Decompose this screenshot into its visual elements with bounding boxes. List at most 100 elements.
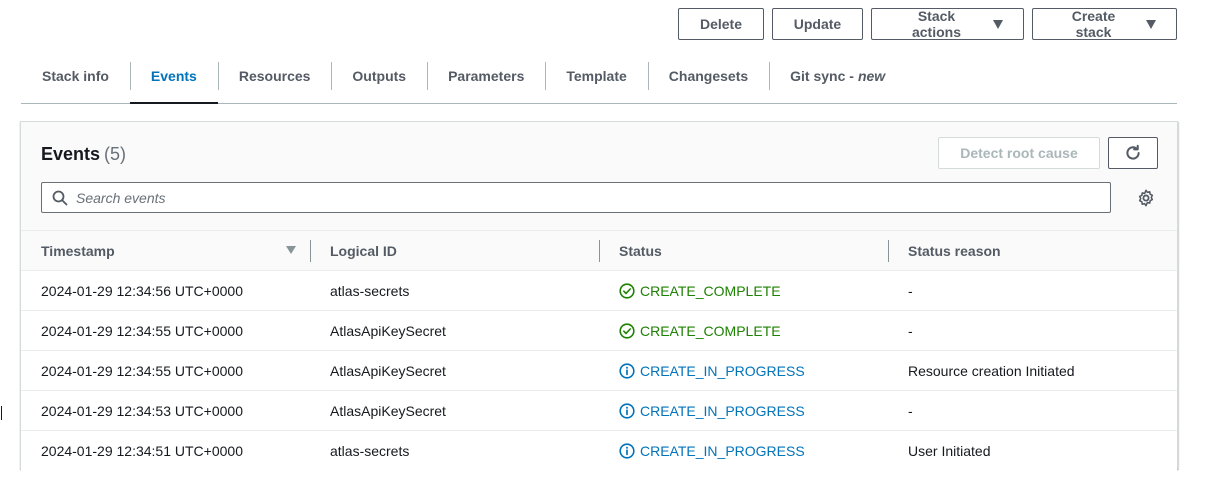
table-row[interactable]: 2024-01-29 12:34:56 UTC+0000 atlas-secre… — [21, 271, 1177, 311]
cell-status-reason: - — [888, 323, 1177, 339]
events-panel-header: Events (5) Detect root cause — [21, 122, 1177, 230]
table-row[interactable]: 2024-01-29 12:34:51 UTC+0000 atlas-secre… — [21, 431, 1177, 471]
timestamp-text: 2024-01-29 12:34:56 UTC+0000 — [41, 282, 243, 299]
timestamp-text: 2024-01-29 12:34:55 UTC+0000 — [41, 322, 243, 339]
cell-logical-id: AtlasApiKeySecret — [310, 403, 599, 419]
stack-actions-dropdown[interactable]: Stack actions — [871, 8, 1024, 40]
logical-id-text: AtlasApiKeySecret — [330, 322, 446, 339]
status-reason-text: User Initiated — [908, 443, 991, 459]
tab-label: Changesets — [668, 67, 749, 84]
cell-status-reason: User Initiated — [888, 443, 1177, 459]
create-stack-label: Create stack — [1071, 8, 1116, 40]
status-text: CREATE_IN_PROGRESS — [640, 362, 805, 379]
cell-timestamp: 2024-01-29 12:34:51 UTC+0000 — [21, 443, 310, 459]
status-text: CREATE_IN_PROGRESS — [640, 402, 805, 419]
info-circle-icon — [619, 402, 635, 419]
cell-logical-id: atlas-secrets — [310, 283, 599, 299]
refresh-icon — [1126, 144, 1140, 160]
cell-timestamp: 2024-01-29 12:34:55 UTC+0000 — [21, 323, 310, 339]
events-table: Timestamp Logical ID Status Status reaso… — [21, 230, 1177, 471]
detect-root-cause-label: Detect root cause — [960, 145, 1078, 161]
status-text: CREATE_IN_PROGRESS — [640, 443, 805, 459]
update-button-label: Update — [793, 16, 842, 32]
cell-timestamp: 2024-01-29 12:34:55 UTC+0000 — [21, 363, 310, 379]
tab-changesets[interactable]: Changesets — [647, 48, 769, 103]
column-header-status-reason[interactable]: Status reason — [888, 231, 1177, 271]
logical-id-text: atlas-secrets — [330, 443, 410, 459]
status-indicator: CREATE_IN_PROGRESS — [619, 363, 805, 379]
tab-template[interactable]: Template — [545, 48, 647, 103]
column-header-status[interactable]: Status — [599, 231, 888, 271]
detect-root-cause-button[interactable]: Detect root cause — [938, 137, 1100, 169]
column-header-label: Logical ID — [330, 242, 397, 259]
check-circle-icon — [619, 322, 635, 339]
tab-git-sync[interactable]: Git sync - new — [769, 48, 906, 103]
search-events-field[interactable] — [41, 182, 1111, 213]
new-badge: new — [857, 67, 886, 84]
timestamp-text: 2024-01-29 12:34:51 UTC+0000 — [41, 443, 243, 459]
cell-logical-id: AtlasApiKeySecret — [310, 363, 599, 379]
status-reason-text: - — [908, 402, 913, 419]
tab-parameters[interactable]: Parameters — [427, 48, 545, 103]
stack-action-bar: Delete Update Stack actions Create stack — [678, 8, 1177, 40]
delete-button-label: Delete — [699, 16, 743, 32]
tab-outputs[interactable]: Outputs — [331, 48, 427, 103]
info-circle-icon — [619, 443, 635, 459]
tab-resources[interactable]: Resources — [217, 48, 332, 103]
tab-label: Git sync - — [790, 67, 854, 84]
cell-timestamp: 2024-01-29 12:34:56 UTC+0000 — [21, 283, 310, 299]
refresh-button[interactable] — [1108, 137, 1158, 169]
tab-label: Template — [566, 67, 627, 84]
cell-status: CREATE_COMPLETE — [599, 283, 888, 299]
status-text: CREATE_COMPLETE — [640, 322, 781, 339]
timestamp-text: 2024-01-29 12:34:55 UTC+0000 — [41, 362, 243, 379]
search-input[interactable] — [76, 189, 1056, 206]
events-title-text: Events — [41, 144, 101, 164]
table-row[interactable]: 2024-01-29 12:34:55 UTC+0000 AtlasApiKey… — [21, 351, 1177, 391]
status-reason-text: Resource creation Initiated — [908, 362, 1075, 379]
column-header-timestamp[interactable]: Timestamp — [21, 231, 310, 271]
status-reason-text: - — [908, 282, 913, 299]
logical-id-text: AtlasApiKeySecret — [330, 362, 446, 379]
create-stack-dropdown[interactable]: Create stack — [1032, 8, 1177, 40]
logical-id-text: AtlasApiKeySecret — [330, 402, 446, 419]
caret-down-icon — [993, 19, 1003, 29]
sort-descending-icon[interactable] — [286, 245, 296, 254]
events-count: (5) — [104, 144, 127, 164]
column-header-label: Timestamp — [41, 242, 115, 259]
status-indicator: CREATE_COMPLETE — [619, 283, 781, 299]
column-header-label: Status reason — [908, 242, 1001, 259]
cell-status: CREATE_IN_PROGRESS — [599, 443, 888, 459]
cell-logical-id: atlas-secrets — [310, 443, 599, 459]
update-button[interactable]: Update — [772, 8, 863, 40]
tab-stack-info[interactable]: Stack info — [21, 48, 130, 103]
logical-id-text: atlas-secrets — [330, 282, 410, 299]
status-indicator: CREATE_IN_PROGRESS — [619, 443, 805, 459]
gear-icon — [1138, 189, 1154, 207]
column-header-logical-id[interactable]: Logical ID — [310, 231, 599, 271]
table-preferences-button[interactable] — [1133, 185, 1159, 211]
status-indicator: CREATE_IN_PROGRESS — [619, 403, 805, 419]
delete-button[interactable]: Delete — [678, 8, 764, 40]
tab-label: Events — [150, 67, 197, 84]
cloudformation-stack-page: Delete Update Stack actions Create stack… — [0, 0, 1212, 500]
table-row[interactable]: 2024-01-29 12:34:55 UTC+0000 AtlasApiKey… — [21, 311, 1177, 351]
column-header-label: Status — [619, 242, 662, 259]
table-row[interactable]: 2024-01-29 12:34:53 UTC+0000 AtlasApiKey… — [21, 391, 1177, 431]
stack-tabs: Stack info Events Resources Outputs Para… — [21, 48, 1177, 104]
cell-status-reason: Resource creation Initiated — [888, 363, 1177, 379]
cell-logical-id: AtlasApiKeySecret — [310, 323, 599, 339]
tab-label: Outputs — [352, 67, 407, 84]
events-panel: Events (5) Detect root cause Search even… — [20, 121, 1178, 471]
status-text: CREATE_COMPLETE — [640, 282, 781, 299]
tab-label: Parameters — [448, 67, 525, 84]
status-indicator: CREATE_COMPLETE — [619, 323, 781, 339]
table-body: 2024-01-29 12:34:56 UTC+0000 atlas-secre… — [21, 271, 1177, 471]
tab-label: Resources — [238, 67, 311, 84]
info-circle-icon — [619, 362, 635, 379]
timestamp-text: 2024-01-29 12:34:53 UTC+0000 — [41, 402, 243, 419]
search-icon — [52, 190, 68, 206]
tab-events[interactable]: Events — [129, 48, 218, 104]
cell-status: CREATE_COMPLETE — [599, 323, 888, 339]
cell-status-reason: - — [888, 403, 1177, 419]
